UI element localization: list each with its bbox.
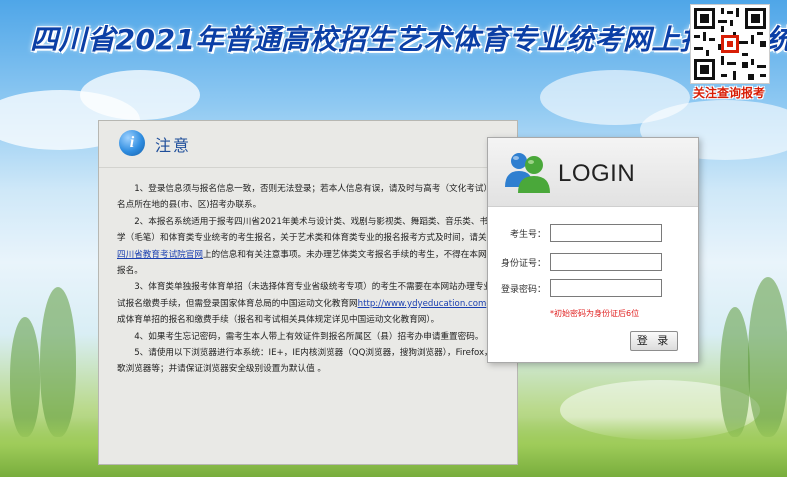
qr-caption: 关注查询报考 <box>692 86 765 100</box>
password-label: 登录密码： <box>500 285 546 295</box>
qr-code <box>690 4 770 84</box>
users-icon <box>505 153 550 193</box>
notice-item-4: 4、如果考生忘记密码，需考生本人带上有效证件到报名所属区（县）招考办申请重置密码… <box>134 331 484 342</box>
login-panel: LOGIN 考生号： 身份证号： 登录密码： *初始密码为身份证后6位 登 录 <box>487 137 699 363</box>
notice-header: i 注意 <box>99 121 517 168</box>
notice-body: 1、登录信息须与报名信息一致，否则无法登录；若本人信息有误，请及时与高考（文化考… <box>117 181 503 378</box>
exam-no-label: 考生号： <box>509 230 546 240</box>
id-no-row: 身份证号： <box>488 253 698 273</box>
password-hint: *初始密码为身份证后6位 <box>550 309 640 318</box>
id-no-input[interactable] <box>550 253 662 271</box>
exam-institute-link[interactable]: 四川省教育考试院官网 <box>117 250 203 260</box>
password-input[interactable] <box>550 279 662 297</box>
notice-text: 2、本报名系统适用于报考四川省2021年美术与设计类、戏剧与影视类、舞蹈类、音乐… <box>117 216 497 244</box>
site-title: 四川省2021年普通高校招生艺术体育专业统考网上报名系统 <box>30 23 787 56</box>
password-row: 登录密码： <box>488 279 698 299</box>
notice-item-2: 2、本报名系统适用于报考四川省2021年美术与设计类、戏剧与影视类、舞蹈类、音乐… <box>117 214 503 280</box>
ydyeducation-link[interactable]: http://www.ydyeducation.com <box>358 299 487 309</box>
id-no-label: 身份证号： <box>500 259 546 269</box>
notice-item-3: 3、体育类单独报考体育单招（未选择体育专业省级统考专项）的考生不需要在本网站办理… <box>117 279 503 328</box>
notice-title: 注意 <box>155 136 192 155</box>
login-header: LOGIN <box>488 138 698 207</box>
notice-panel: i 注意 1、登录信息须与报名信息一致，否则无法登录；若本人信息有误，请及时与高… <box>98 120 518 465</box>
notice-item-5: 5、请使用以下浏览器进行本系统：IE+，IE内核浏览器（QQ浏览器，搜狗浏览器）… <box>117 348 502 375</box>
notice-item-1: 1、登录信息须与报名信息一致，否则无法登录；若本人信息有误，请及时与高考（文化考… <box>117 184 501 211</box>
exam-no-row: 考生号： <box>488 224 698 244</box>
info-icon: i <box>119 130 145 156</box>
login-button[interactable]: 登 录 <box>630 331 678 351</box>
login-title: LOGIN <box>558 160 636 187</box>
exam-no-input[interactable] <box>550 224 662 242</box>
